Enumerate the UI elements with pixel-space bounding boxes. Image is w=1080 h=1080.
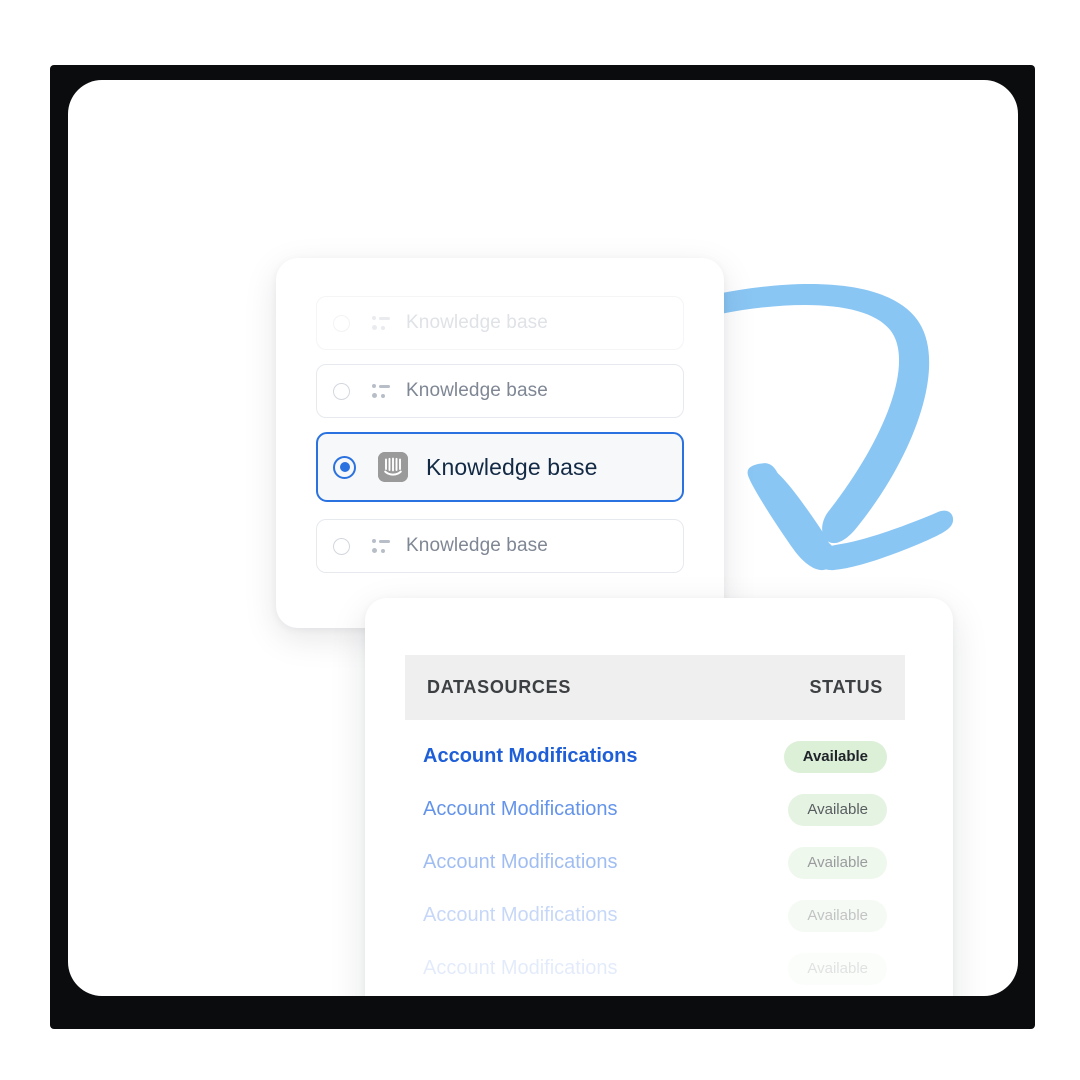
datasource-list-icon [372,384,390,398]
radio-button-icon[interactable] [333,537,350,555]
column-header-datasources: DATASOURCES [427,677,572,697]
datasource-name-link[interactable]: Account Modifications [423,745,637,768]
curved-down-arrow-icon [698,250,978,590]
source-picker-panel: Knowledge base Knowledge base Knowledge … [276,258,724,628]
radio-button-icon[interactable] [333,382,350,400]
table-row[interactable]: Account Modifications Available [405,889,905,942]
source-option-row-selected[interactable]: Knowledge base [316,432,684,502]
table-header-row: DATASOURCES STATUS [405,655,905,720]
source-option-row[interactable]: Knowledge base [316,519,684,573]
column-header-status: STATUS [809,677,883,697]
table-row[interactable]: Account Modifications Available [405,730,905,783]
status-badge: Available [788,846,887,879]
table-body: Account Modifications Available Account … [405,730,905,995]
source-option-label: Knowledge base [406,380,548,401]
radio-button-icon[interactable] [333,314,350,332]
datasource-list-icon [372,539,390,553]
datasource-name-link[interactable]: Account Modifications [423,957,618,980]
status-badge: Available [788,952,887,985]
source-option-label: Knowledge base [406,535,548,556]
source-option-label: Knowledge base [406,312,548,333]
source-option-label: Knowledge base [426,453,598,480]
status-badge: Available [783,740,887,773]
source-option-row[interactable]: Knowledge base [316,364,684,418]
table-row[interactable]: Account Modifications Available [405,783,905,836]
radio-button-selected-icon[interactable] [333,455,356,479]
status-badge: Available [788,793,887,826]
status-badge: Available [788,899,887,932]
table-row[interactable]: Account Modifications Available [405,836,905,889]
datasource-name-link[interactable]: Account Modifications [423,798,618,821]
datasource-name-link[interactable]: Account Modifications [423,851,618,874]
datasources-table-card: DATASOURCES STATUS Account Modifications… [365,598,953,996]
app-window-card: Knowledge base Knowledge base Knowledge … [68,80,1018,996]
source-option-row[interactable]: Knowledge base [316,296,684,350]
table-row[interactable]: Account Modifications Available [405,942,905,995]
datasource-name-link[interactable]: Account Modifications [423,904,618,927]
intercom-app-icon [378,452,408,482]
screenshot-stage: Knowledge base Knowledge base Knowledge … [0,0,1080,1080]
datasource-list-icon [372,316,390,330]
